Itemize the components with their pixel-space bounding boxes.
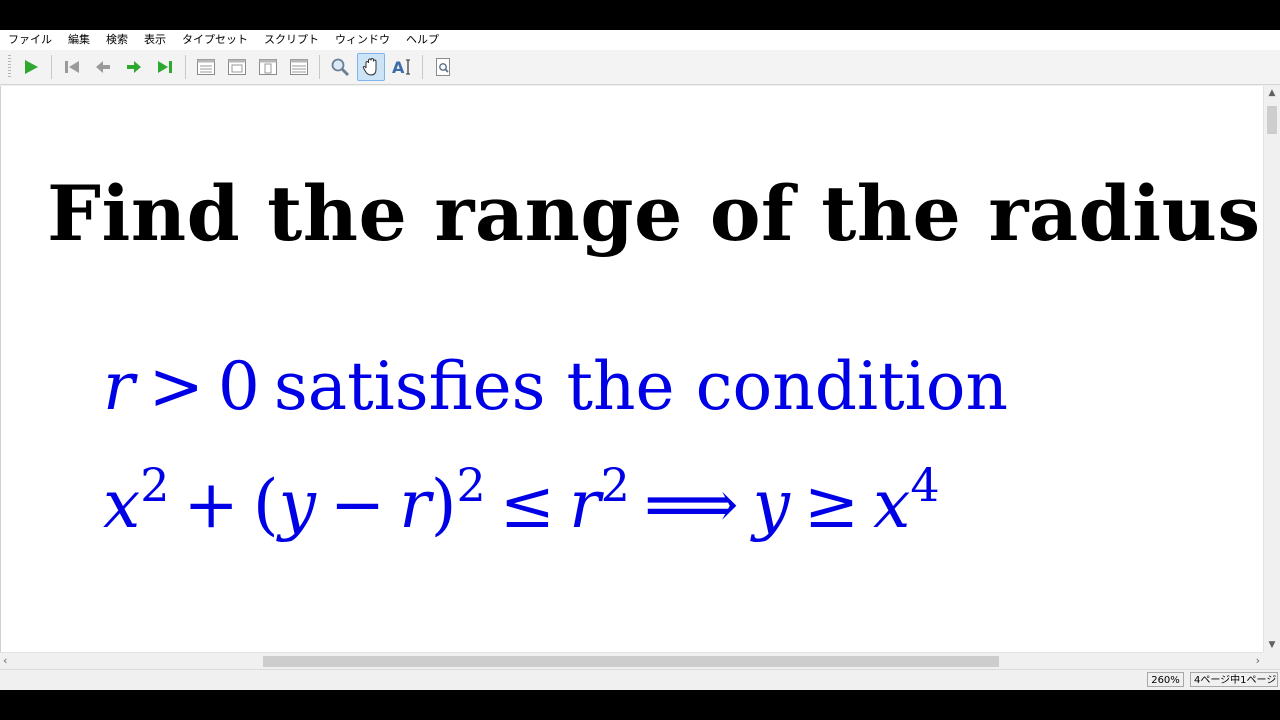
svg-text:A: A — [392, 58, 405, 77]
toolbar: A — [0, 50, 1280, 85]
text-select-button[interactable]: A — [388, 53, 416, 81]
continuous-page-button[interactable] — [223, 53, 251, 81]
math-close-paren: ) — [430, 466, 457, 543]
math-var-r: r — [399, 466, 431, 543]
zoom-level[interactable]: 260% — [1147, 672, 1184, 687]
pdf-viewer-window: ファイル 編集 検索 表示 タイプセット スクリプト ウィンドウ ヘルプ A F… — [0, 30, 1280, 690]
math-open-paren: ( — [252, 466, 279, 543]
magnify-button[interactable] — [326, 53, 354, 81]
math-var-x: x — [103, 466, 141, 543]
menu-window[interactable]: ウィンドウ — [327, 30, 398, 50]
first-page-icon — [65, 61, 79, 73]
single-page-icon — [197, 59, 215, 75]
last-page-button[interactable] — [151, 53, 179, 81]
typeset-button[interactable] — [17, 53, 45, 81]
toolbar-separator — [319, 55, 320, 79]
toolbar-separator — [185, 55, 186, 79]
math-plus: + — [183, 466, 239, 543]
menu-edit[interactable]: 編集 — [60, 30, 98, 50]
math-var-y: y — [752, 466, 790, 543]
menu-script[interactable]: スクリプト — [256, 30, 327, 50]
fit-page-button[interactable] — [254, 53, 282, 81]
first-page-button[interactable] — [58, 53, 86, 81]
horizontal-scrollbar[interactable]: ‹ › — [0, 652, 1263, 669]
math-exponent: 2 — [456, 458, 486, 512]
math-var-r: r — [569, 466, 601, 543]
toolbar-separator — [51, 55, 52, 79]
menu-typeset[interactable]: タイプセット — [174, 30, 256, 50]
math-exponent: 2 — [600, 458, 630, 512]
math-greater-than: > — [148, 348, 204, 425]
math-exponent: 2 — [140, 458, 170, 512]
math-zero: 0 — [217, 348, 260, 425]
math-var-r: r — [103, 348, 135, 425]
hand-tool-icon — [362, 57, 377, 76]
scroll-right-icon[interactable]: › — [1256, 653, 1260, 669]
next-page-button[interactable] — [120, 53, 148, 81]
math-implies: ⟹ — [643, 466, 739, 543]
math-var-x: x — [873, 466, 911, 543]
scroll-left-icon[interactable]: ‹ — [3, 653, 7, 669]
last-page-icon — [158, 61, 172, 73]
continuous-page-icon — [228, 59, 246, 75]
menu-search[interactable]: 検索 — [98, 30, 136, 50]
hand-tool-button[interactable] — [357, 53, 385, 81]
toolbar-grip[interactable] — [8, 55, 11, 79]
document-viewport[interactable]: Find the range of the radius r >0 satisfie… — [0, 86, 1263, 652]
page-indicator[interactable]: 4ページ中1ページ — [1190, 672, 1278, 687]
document-title: Find the range of the radius — [47, 169, 1261, 258]
single-page-button[interactable] — [192, 53, 220, 81]
previous-page-icon — [96, 61, 110, 73]
condition-statement: r >0 satisfies the condition — [103, 354, 1008, 420]
previous-page-button[interactable] — [89, 53, 117, 81]
menu-view[interactable]: 表示 — [136, 30, 174, 50]
text-select-icon: A — [392, 58, 410, 77]
scroll-up-icon[interactable]: ▲ — [1264, 88, 1280, 98]
scrollbar-corner — [1263, 652, 1280, 669]
fit-page-icon — [259, 59, 277, 75]
find-icon — [436, 58, 450, 76]
math-leq: ≤ — [499, 466, 556, 543]
fit-width-icon — [290, 59, 308, 75]
fit-width-button[interactable] — [285, 53, 313, 81]
menu-file[interactable]: ファイル — [0, 30, 60, 50]
typeset-play-icon — [25, 60, 38, 74]
math-minus: − — [329, 466, 386, 543]
condition-inequality: x2 + (y − r)2 ≤ r2 ⟹ y ≥ x4 — [103, 462, 940, 538]
math-geq: ≥ — [803, 466, 860, 543]
menu-help[interactable]: ヘルプ — [398, 30, 447, 50]
magnify-icon — [331, 58, 350, 77]
toolbar-separator — [422, 55, 423, 79]
status-bar: 260% 4ページ中1ページ — [0, 669, 1280, 690]
vertical-scrollbar[interactable]: ▲ ▼ — [1263, 86, 1280, 652]
find-button[interactable] — [429, 53, 457, 81]
math-exponent: 4 — [910, 458, 940, 512]
menu-bar: ファイル 編集 検索 表示 タイプセット スクリプト ウィンドウ ヘルプ — [0, 30, 1280, 50]
horizontal-scroll-thumb[interactable] — [263, 656, 999, 667]
scroll-down-icon[interactable]: ▼ — [1264, 640, 1280, 650]
math-var-y: y — [278, 466, 316, 543]
vertical-scroll-thumb[interactable] — [1267, 106, 1277, 134]
condition-text: satisfies the condition — [273, 348, 1009, 425]
next-page-icon — [127, 61, 141, 73]
